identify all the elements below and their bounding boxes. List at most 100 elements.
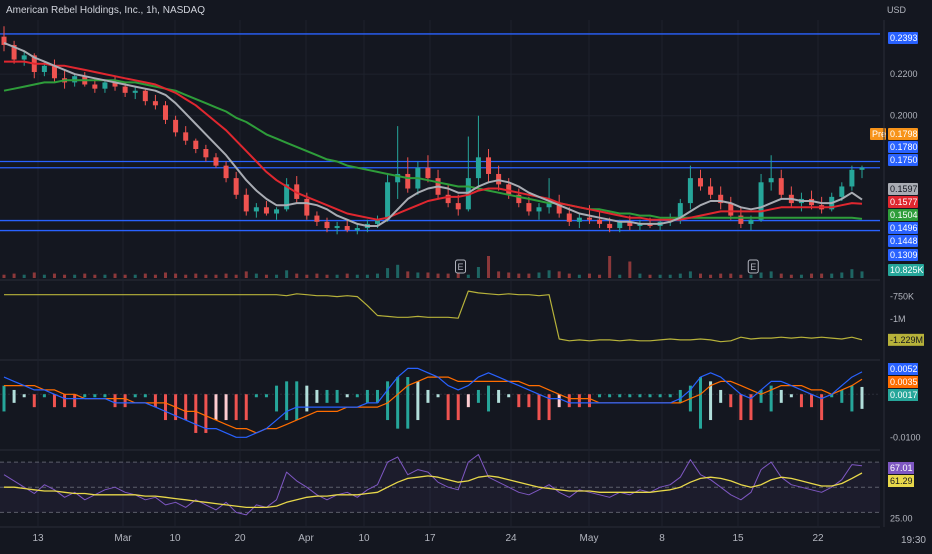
volume-bar xyxy=(638,273,642,278)
volume-bar xyxy=(164,272,168,278)
volume-bar xyxy=(698,273,702,278)
price-axis-label: 0.1448 xyxy=(888,235,918,247)
candle-body xyxy=(163,105,169,120)
volume-bar xyxy=(295,273,299,278)
chart-root[interactable]: 13 Mar 10 20 Apr 10 17 24 May 8 15 22 0.2200 0.2000 E E… xyxy=(0,0,932,550)
y-tick-label: -750K xyxy=(890,292,914,302)
macd-histogram-bar xyxy=(850,385,854,412)
volume-bar xyxy=(537,272,541,278)
price-axis-label: 0.1597 xyxy=(888,183,918,195)
volume-bar xyxy=(32,272,36,278)
macd-histogram-bar xyxy=(184,394,188,421)
macd-histogram-bar xyxy=(52,394,56,408)
volume-bar xyxy=(487,256,491,278)
macd-histogram-bar xyxy=(587,394,591,408)
candle-body xyxy=(354,228,360,231)
price-axis-label-text: 0.2393 xyxy=(890,33,918,43)
volume-bar xyxy=(365,274,369,278)
earnings-marker-label: E xyxy=(750,262,756,272)
volume-bar xyxy=(22,274,26,278)
currency-label: USD xyxy=(886,5,906,15)
volume-bar xyxy=(618,274,622,278)
macd-histogram-bar xyxy=(557,394,561,408)
macd-histogram-bar xyxy=(93,394,97,398)
volume-bar xyxy=(759,272,763,278)
macd-histogram-bar xyxy=(426,389,430,403)
volume-bar xyxy=(830,273,834,278)
volume-bar xyxy=(466,274,470,278)
macd-histogram-bar xyxy=(466,394,470,408)
macd-histogram-bar xyxy=(73,394,77,408)
macd-histogram-bar xyxy=(416,381,420,421)
volume-bar xyxy=(375,273,379,278)
volume-bar xyxy=(345,273,349,278)
candle-body xyxy=(526,203,532,212)
price-axis-label: 0.2393 xyxy=(888,32,918,44)
macd-histogram-bar xyxy=(658,394,662,398)
macd-histogram-bar xyxy=(729,394,733,408)
volume-bar xyxy=(234,274,238,278)
price-axis-label-text: 0.1750 xyxy=(890,155,918,165)
volume-bar xyxy=(113,273,117,278)
volume-bar xyxy=(860,271,864,278)
price-axis-label-text: 0.1597 xyxy=(890,184,918,194)
candle-body xyxy=(576,217,582,222)
y-tick-label: 25.00 xyxy=(890,514,913,524)
volume-bar xyxy=(73,274,77,278)
volume-bar xyxy=(204,274,208,278)
macd-axis-label-text: 0.0017 xyxy=(890,390,918,400)
candle-body xyxy=(102,82,108,89)
macd-histogram-bar xyxy=(719,389,723,403)
candle-body xyxy=(405,173,411,189)
y-tick-label: 0.2000 xyxy=(890,111,918,121)
candle-body xyxy=(597,219,603,224)
macd-histogram-bar xyxy=(214,394,218,421)
x-tick-label: Apr xyxy=(298,533,314,544)
macd-histogram-bar xyxy=(598,394,602,398)
volume-bar xyxy=(446,273,450,278)
macd-histogram-bar xyxy=(446,394,450,421)
candle-body xyxy=(748,219,754,224)
volume-bar xyxy=(719,273,723,278)
time-label: 19:30 xyxy=(900,535,926,546)
x-tick-label: 8 xyxy=(659,533,665,544)
macd-histogram-bar xyxy=(608,394,612,398)
macd-histogram-bar xyxy=(133,394,137,398)
candle-body xyxy=(566,213,572,222)
macd-histogram-bar xyxy=(456,394,460,421)
candle-body xyxy=(92,84,98,89)
macd-histogram-bar xyxy=(638,394,642,398)
macd-histogram-bar xyxy=(567,394,571,408)
volume-bar xyxy=(820,273,824,278)
chart-canvas[interactable]: 13 Mar 10 20 Apr 10 17 24 May 8 15 22 0.2200 0.2000 E E… xyxy=(0,0,932,550)
candle-body xyxy=(385,182,391,220)
candle-body xyxy=(203,149,209,158)
candle-body xyxy=(839,186,845,197)
macd-histogram-bar xyxy=(497,389,501,403)
macd-histogram-bar xyxy=(42,394,46,398)
macd-histogram-bar xyxy=(123,394,127,408)
macd-histogram-bar xyxy=(810,394,814,408)
macd-histogram-bar xyxy=(507,394,511,398)
volume-bar xyxy=(587,273,591,278)
macd-histogram-bar xyxy=(476,389,480,403)
candle-body xyxy=(41,65,47,73)
volume-bar xyxy=(275,274,279,278)
x-tick-label: 13 xyxy=(32,533,44,544)
candle-body xyxy=(496,173,502,185)
candle-body xyxy=(708,186,714,195)
rsi-axis-label-text: 61.29 xyxy=(890,476,913,486)
price-axis-label-text: 0.1496 xyxy=(890,223,918,233)
volume-bar xyxy=(63,274,67,278)
volume-bar xyxy=(678,273,682,278)
volume-bar xyxy=(406,271,410,278)
candle-body xyxy=(536,207,542,212)
macd-histogram-bar xyxy=(335,389,339,403)
macd-histogram-bar xyxy=(153,394,157,408)
price-axis-label: 0.1798 xyxy=(888,128,918,140)
volume-bar xyxy=(567,273,571,278)
volume-bar xyxy=(174,273,178,278)
macd-histogram-bar xyxy=(789,394,793,398)
candle-body xyxy=(758,182,764,220)
candle-body xyxy=(142,90,148,102)
